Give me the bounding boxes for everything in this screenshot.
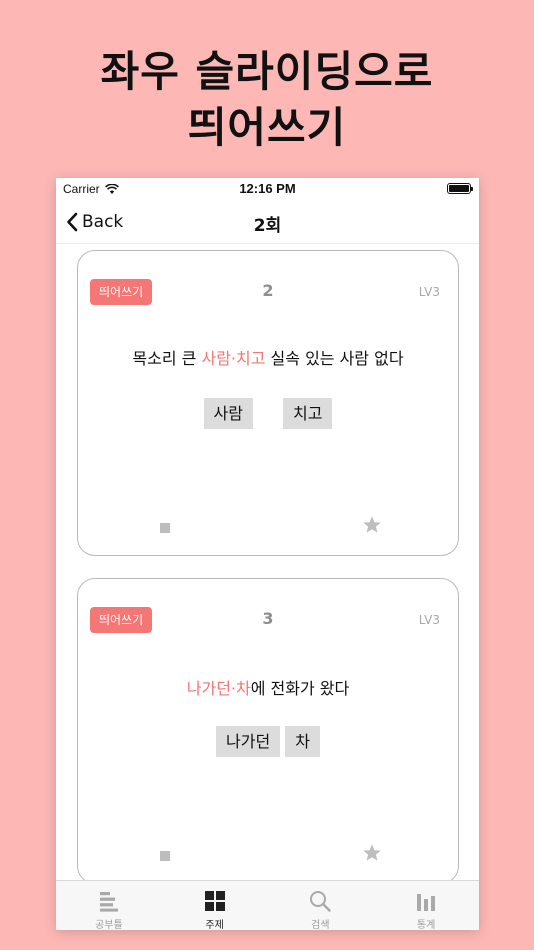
tab-study[interactable]: 공부틀 bbox=[56, 881, 162, 930]
tab-search[interactable]: 검색 bbox=[268, 881, 374, 930]
list-bars-icon bbox=[99, 892, 118, 912]
grid-icon bbox=[204, 891, 225, 911]
card-list[interactable]: 띄어쓰기 2 LV3 목소리 큰 사람·치고 실속 있는 사람 없다 사람 치고… bbox=[56, 244, 479, 880]
back-label: Back bbox=[82, 212, 124, 232]
sentence-highlight: 사람·치고 bbox=[201, 349, 266, 368]
phone-screen: Carrier 12:16 PM Back 2회 띄어쓰기 2 LV3 목소리 … bbox=[56, 178, 479, 930]
bar-chart-icon bbox=[417, 894, 436, 911]
question-sentence: 목소리 큰 사람·치고 실속 있는 사람 없다 bbox=[78, 345, 458, 369]
square-icon[interactable] bbox=[160, 851, 170, 861]
question-card[interactable]: 띄어쓰기 2 LV3 목소리 큰 사람·치고 실속 있는 사람 없다 사람 치고 bbox=[77, 250, 459, 556]
tab-label: 통계 bbox=[416, 920, 436, 930]
word-chip[interactable]: 치고 bbox=[283, 398, 333, 429]
sentence-suffix: 에 전화가 왔다 bbox=[250, 679, 350, 698]
chevron-left-icon bbox=[67, 212, 78, 232]
status-bar: Carrier 12:16 PM bbox=[56, 178, 479, 200]
answer-chips: 나가던 차 bbox=[78, 726, 458, 757]
word-chip[interactable]: 나가던 bbox=[216, 726, 281, 757]
sentence-highlight: 나가던·차 bbox=[186, 679, 251, 698]
sentence-prefix: 목소리 큰 bbox=[132, 349, 202, 368]
promo-headline: 좌우 슬라이딩으로 띄어쓰기 bbox=[0, 44, 534, 156]
tab-bar: 공부틀 주제 검색 통계 bbox=[56, 880, 479, 930]
tab-topic[interactable]: 주제 bbox=[162, 881, 268, 930]
headline-line-2: 띄어쓰기 bbox=[187, 103, 347, 152]
question-sentence: 나가던·차에 전화가 왔다 bbox=[78, 675, 458, 699]
tab-stats[interactable]: 통계 bbox=[373, 881, 479, 930]
level-badge: LV3 bbox=[418, 613, 440, 627]
card-number: 2 bbox=[262, 281, 274, 300]
star-icon[interactable] bbox=[362, 515, 382, 535]
tab-label: 검색 bbox=[311, 920, 330, 930]
battery-icon bbox=[447, 183, 473, 194]
tab-label: 공부틀 bbox=[95, 920, 123, 930]
navigation-bar: Back 2회 bbox=[56, 200, 479, 244]
question-card[interactable]: 띄어쓰기 3 LV3 나가던·차에 전화가 왔다 나가던 차 bbox=[77, 578, 459, 880]
headline-line-1: 좌우 슬라이딩으로 bbox=[100, 47, 434, 96]
search-icon bbox=[310, 891, 332, 912]
answer-chips: 사람 치고 bbox=[78, 398, 458, 429]
back-button[interactable]: Back bbox=[66, 208, 123, 236]
word-chip[interactable]: 사람 bbox=[203, 398, 253, 429]
card-number: 3 bbox=[262, 609, 274, 628]
status-time: 12:16 PM bbox=[239, 181, 296, 196]
sentence-suffix: 실속 있는 사람 없다 bbox=[265, 349, 404, 368]
square-icon[interactable] bbox=[160, 523, 170, 533]
level-badge: LV3 bbox=[418, 285, 440, 299]
tab-label: 주제 bbox=[205, 920, 224, 930]
word-chip[interactable]: 차 bbox=[285, 726, 320, 757]
star-icon[interactable] bbox=[362, 843, 382, 863]
